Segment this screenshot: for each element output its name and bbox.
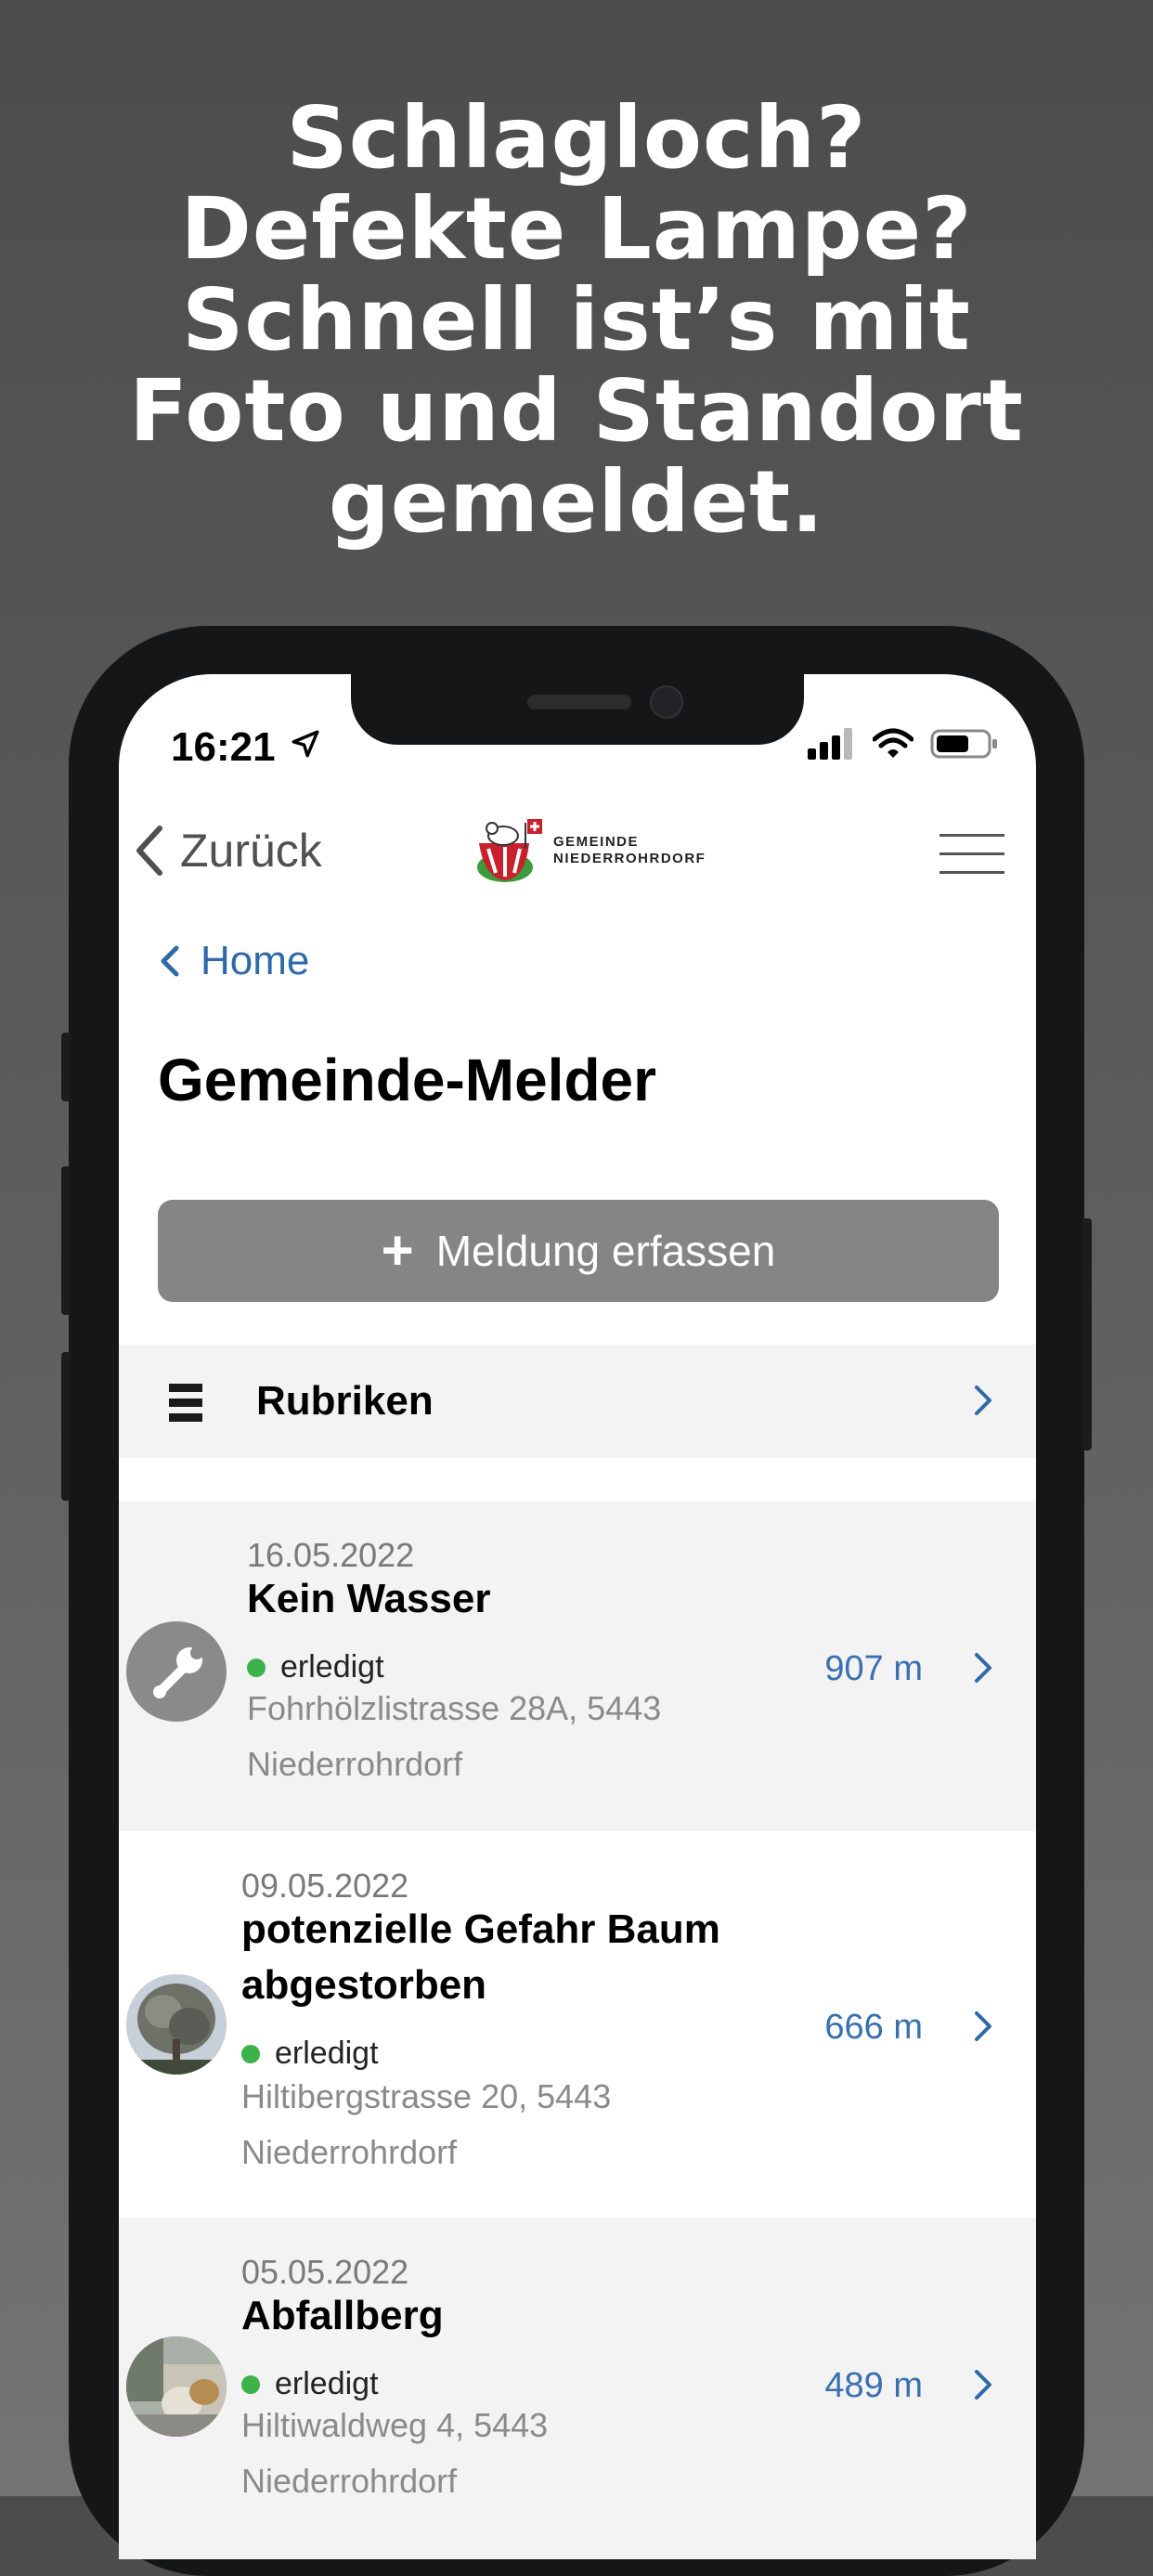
report-date: 16.05.2022 <box>247 1536 415 1574</box>
battery-icon <box>930 729 997 759</box>
chevron-right-icon <box>975 1653 991 1683</box>
headline-line: Defekte Lampe? <box>180 179 973 279</box>
report-title: potenzielle Gefahr Baum abgestorben <box>241 1902 720 2013</box>
report-list-item[interactable]: 16.05.2022 Kein Wasser erledigt Fohrhölz… <box>119 1501 1036 1831</box>
breadcrumb-label: Home <box>201 938 310 983</box>
status-icons <box>808 728 999 760</box>
menu-line <box>939 834 1004 837</box>
phone-screen: 16:21 Zurück GEMEINDE NIEDERROHRDORF Hom… <box>119 674 1036 2559</box>
status-dot-icon <box>241 2044 260 2063</box>
report-title: Abfallberg <box>241 2293 444 2338</box>
logo-line: NIEDERROHRDORF <box>553 851 706 866</box>
chevron-right-icon <box>975 2011 991 2041</box>
address-line: Niederrohrdorf <box>241 2462 458 2500</box>
wrench-icon <box>126 1621 227 1722</box>
phone-volume-down-button <box>61 1352 71 1501</box>
breadcrumb-home-link[interactable]: Home <box>158 938 309 984</box>
address-line: Hiltibergstrasse 20, 5443 <box>241 2077 612 2115</box>
address-line: Fohrhölzlistrasse 28A, 5443 <box>247 1689 662 1727</box>
waste-photo <box>126 2336 227 2437</box>
report-address: Hiltiwaldweg 4, 5443 Niederrohrdorf <box>241 2398 548 2509</box>
phone-notch <box>351 674 804 745</box>
status-dot-icon <box>247 1658 266 1677</box>
logo-text: GEMEINDE NIEDERROHRDORF <box>553 834 706 867</box>
title-line: potenzielle Gefahr Baum <box>241 1906 720 1952</box>
categories-row[interactable]: Rubriken <box>119 1345 1036 1458</box>
headline-line: Schlagloch? <box>286 88 867 188</box>
back-button[interactable]: Zurück <box>132 823 322 878</box>
tree-photo <box>126 1974 227 2075</box>
report-title: Kein Wasser <box>247 1576 491 1621</box>
headline-line: Foto und Standort <box>129 361 1024 461</box>
chevron-left-icon <box>136 826 162 876</box>
coat-of-arms-icon <box>477 819 542 882</box>
menu-line <box>939 852 1004 855</box>
headline-line: Schnell ist’s mit <box>182 270 971 370</box>
title-line: abgestorben <box>241 1962 487 2008</box>
back-label: Zurück <box>180 825 322 877</box>
report-address: Hiltibergstrasse 20, 5443 Niederrohrdorf <box>241 2069 611 2180</box>
wifi-icon <box>873 728 913 758</box>
logo-line: GEMEINDE <box>553 834 640 850</box>
front-camera <box>650 685 683 719</box>
phone-side-button <box>61 1033 71 1101</box>
menu-line <box>939 871 1004 874</box>
page-title: Gemeinde-Melder <box>158 1047 657 1113</box>
location-arrow-icon <box>291 730 319 758</box>
report-list-item[interactable]: 09.05.2022 potenzielle Gefahr Baum abges… <box>119 1831 1036 2218</box>
report-list-item[interactable]: 05.05.2022 Abfallberg erledigt Hiltiwald… <box>119 2218 1036 2559</box>
address-line: Niederrohrdorf <box>247 1745 463 1783</box>
chevron-right-icon <box>975 2370 991 2400</box>
chevron-right-icon <box>975 1386 991 1415</box>
status-label: erledigt <box>275 2036 379 2071</box>
report-date: 05.05.2022 <box>241 2253 409 2291</box>
add-report-button[interactable]: + Meldung erfassen <box>158 1200 999 1302</box>
add-report-label: Meldung erfassen <box>435 1227 776 1275</box>
report-address: Fohrhölzlistrasse 28A, 5443 Niederrohrdo… <box>247 1681 661 1792</box>
cellular-signal-icon <box>808 728 852 760</box>
status-dot-icon <box>241 2374 260 2394</box>
phone-power-button <box>1082 1218 1092 1451</box>
report-date: 09.05.2022 <box>241 1867 409 1905</box>
report-distance: 666 m <box>824 2008 923 2047</box>
status-time: 16:21 <box>171 724 276 770</box>
hamburger-menu-button[interactable] <box>939 834 1004 875</box>
list-icon <box>169 1384 202 1428</box>
categories-label: Rubriken <box>256 1378 434 1424</box>
address-line: Niederrohrdorf <box>241 2133 458 2171</box>
report-distance: 907 m <box>824 1649 923 1688</box>
report-status: erledigt <box>241 2036 379 2072</box>
municipality-logo[interactable]: GEMEINDE NIEDERROHRDORF <box>475 815 706 886</box>
report-distance: 489 m <box>824 2366 923 2405</box>
headline-line: gemeldet. <box>328 452 825 552</box>
chevron-left-icon <box>161 945 179 977</box>
phone-volume-up-button <box>61 1166 71 1315</box>
plus-icon: + <box>381 1219 414 1281</box>
address-line: Hiltiwaldweg 4, 5443 <box>241 2406 549 2444</box>
speaker-grille <box>527 695 631 709</box>
marketing-headline: Schlagloch? Defekte Lampe? Schnell ist’s… <box>0 93 1153 548</box>
